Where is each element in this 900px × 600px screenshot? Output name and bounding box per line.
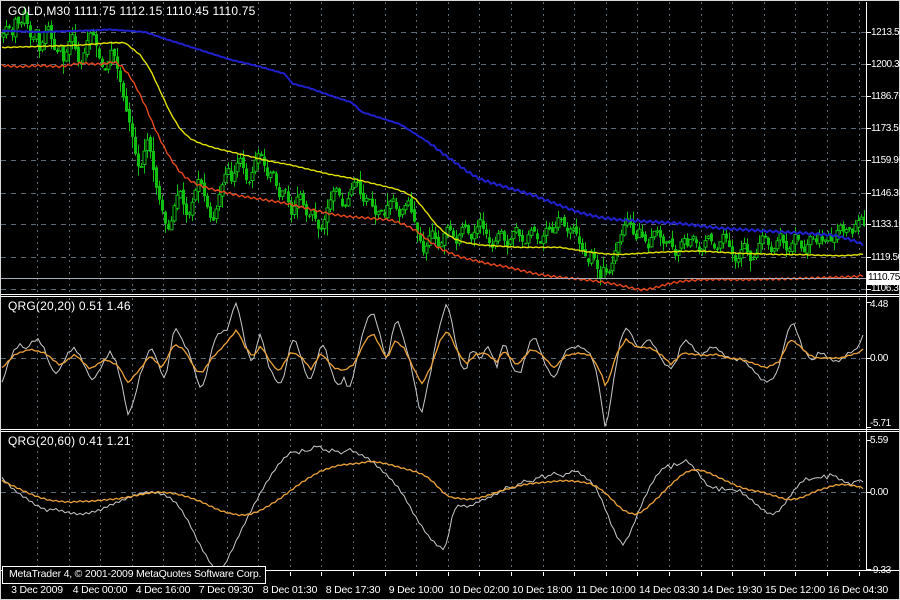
indicator1-surface[interactable]	[0, 297, 866, 429]
price-axis[interactable]	[866, 2, 900, 572]
indicator2-surface[interactable]	[0, 432, 866, 570]
panel-splitter-1[interactable]	[0, 294, 900, 297]
panel-splitter-2[interactable]	[0, 429, 900, 432]
time-axis[interactable]	[0, 572, 866, 600]
main-chart-surface[interactable]	[0, 2, 866, 294]
mt4-chart-window: GOLD,M30 1111.75 1112.15 1110.45 1110.75…	[0, 0, 900, 600]
